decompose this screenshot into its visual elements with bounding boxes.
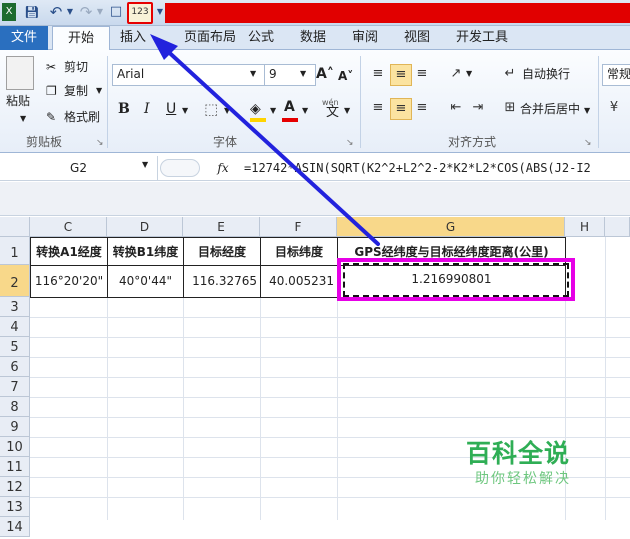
arrow-shaft — [160, 44, 380, 246]
watermark-subtitle: 助你轻松解决 — [475, 471, 571, 487]
row-header-14[interactable]: 14 — [0, 517, 30, 537]
watermark-title: 百科全说 — [466, 439, 571, 468]
